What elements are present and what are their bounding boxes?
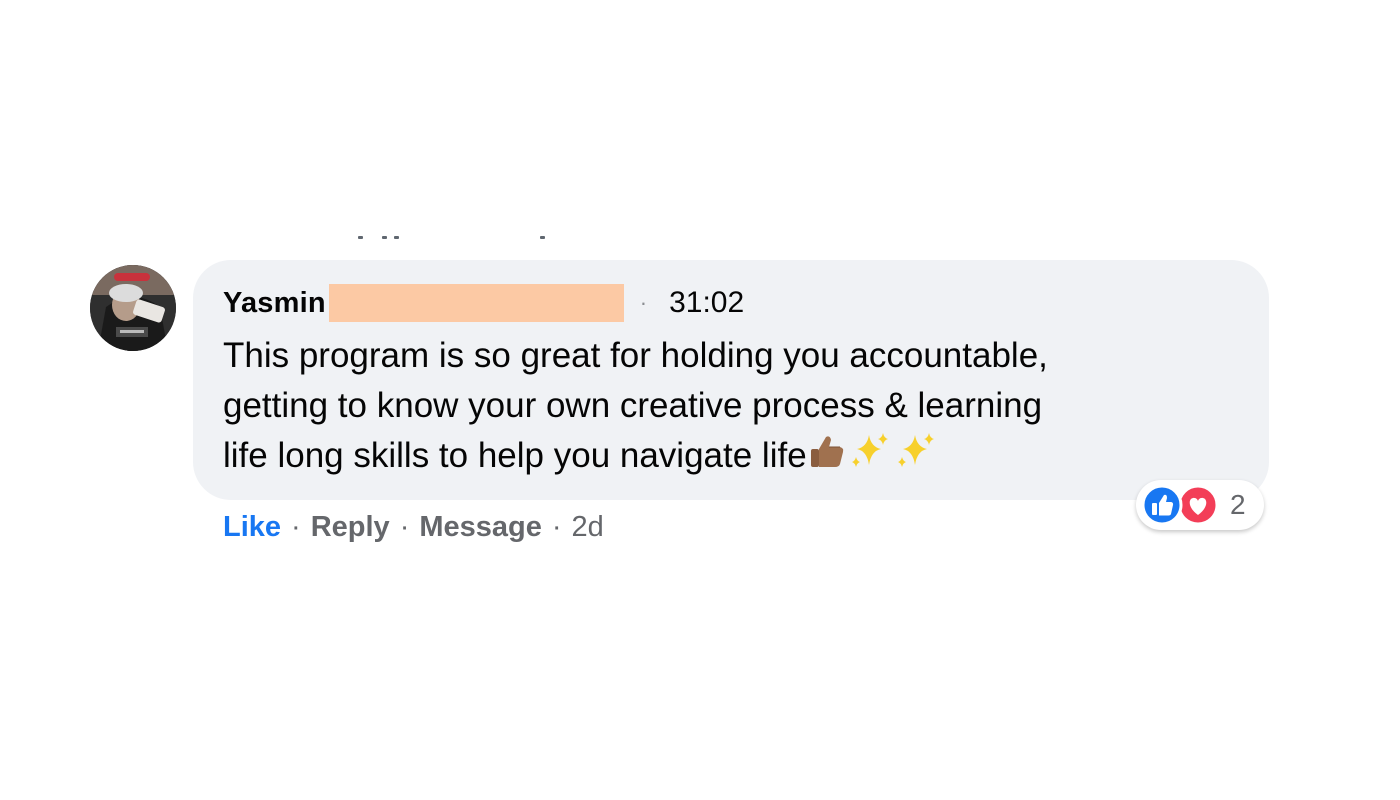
- author-name[interactable]: Yasmin: [223, 287, 326, 320]
- action-separator: ·: [399, 510, 410, 543]
- reactions-summary[interactable]: 2: [1136, 480, 1264, 530]
- action-separator: ·: [291, 510, 301, 543]
- comment-text-line: getting to know your own creative proces…: [223, 386, 1043, 425]
- redacted-surname: [328, 284, 624, 322]
- comment-text-line-content: life long skills to help you navigate li…: [223, 436, 807, 475]
- timestamp-separator: ·: [639, 290, 648, 315]
- reply-button[interactable]: Reply: [311, 511, 390, 544]
- action-separator: ·: [551, 510, 562, 543]
- avatar[interactable]: [90, 265, 176, 351]
- comment-text-line: This program is so great for holding you…: [223, 336, 1048, 375]
- reaction-count: 2: [1230, 489, 1246, 520]
- sparkles-emoji-icon: [893, 431, 939, 485]
- comment-actions: Like · Reply · Message · 2d: [223, 507, 604, 547]
- comment-text-line-last: life long skills to help you navigate li…: [223, 431, 1243, 485]
- thumbs-up-emoji-icon: [807, 431, 847, 485]
- cropped-previous-comment-remnant: [330, 232, 570, 242]
- comment-age-link[interactable]: 2d: [572, 511, 604, 544]
- comment-header: Yasmin · 31:02: [223, 283, 744, 323]
- video-timestamp-link[interactable]: 31:02: [669, 286, 744, 320]
- sparkles-emoji-icon: [847, 431, 893, 485]
- comment-text: This program is so great for holding you…: [223, 331, 1243, 485]
- like-button[interactable]: Like: [223, 511, 281, 544]
- message-button[interactable]: Message: [419, 511, 542, 544]
- like-reaction-icon: [1141, 484, 1183, 526]
